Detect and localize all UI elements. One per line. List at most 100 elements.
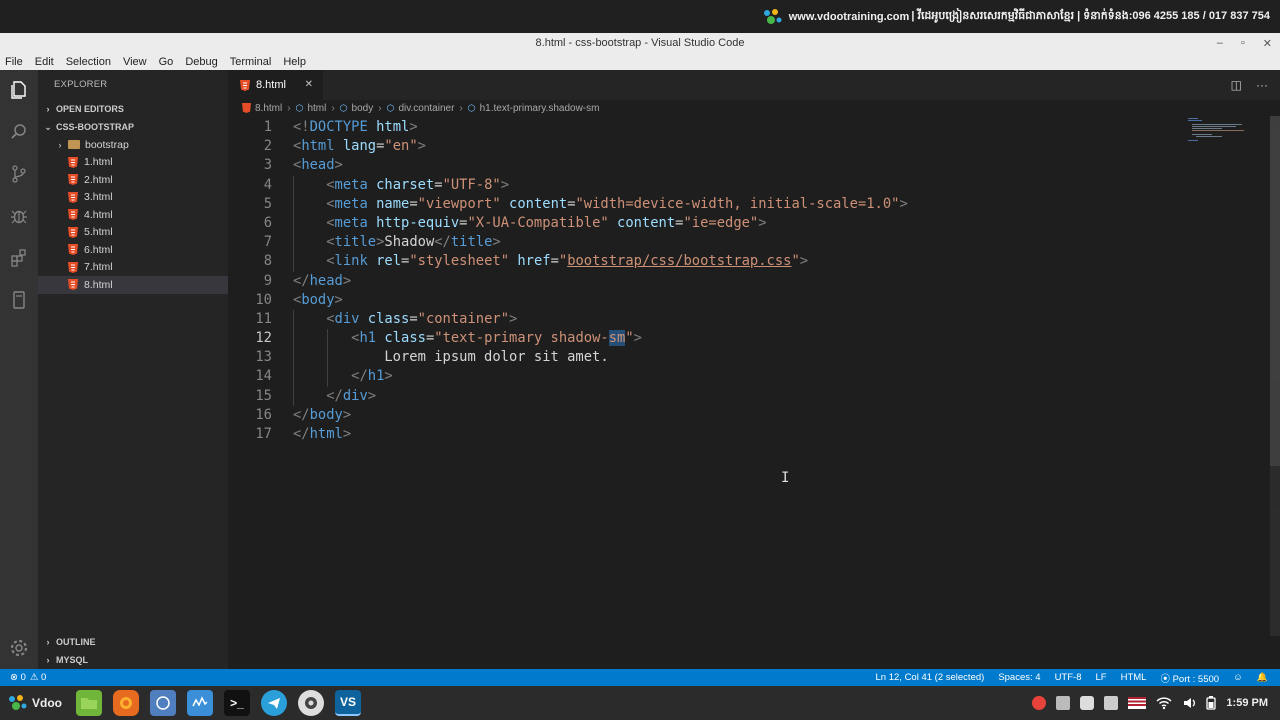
folder-item-bootstrap[interactable]: › bootstrap: [38, 136, 228, 154]
menu-help[interactable]: Help: [282, 56, 307, 68]
errors-count[interactable]: ⊗ 0: [10, 672, 26, 683]
html5-icon: [68, 156, 78, 168]
feedback-icon[interactable]: ☺: [1233, 672, 1243, 683]
cursor-position[interactable]: Ln 12, Col 41 (2 selected): [876, 672, 985, 683]
minimize-button[interactable]: –: [1217, 37, 1223, 49]
chevron-right-icon: ›: [46, 104, 50, 114]
split-editor-icon[interactable]: ◫: [1231, 78, 1242, 92]
code-line: 2 <html lang="en">: [228, 137, 1280, 156]
clock[interactable]: 1:59 PM: [1226, 697, 1268, 709]
outline-section[interactable]: › OUTLINE: [38, 633, 228, 651]
search-icon[interactable]: [7, 120, 31, 144]
file-item-2[interactable]: 2.html: [38, 171, 228, 189]
battery-icon[interactable]: [1206, 696, 1217, 710]
start-menu-button[interactable]: Vdoo: [6, 693, 62, 713]
os-taskbar: Vdoo >_ VS 1:59 PM: [0, 686, 1280, 720]
code-line: 5 <meta name="viewport" content="width=d…: [228, 194, 1280, 214]
chrome-tray-icon[interactable]: [1032, 696, 1047, 710]
notifications-bell-icon[interactable]: 🔔: [1257, 672, 1268, 683]
line-number: 6: [263, 214, 272, 231]
breadcrumb-file[interactable]: 8.html: [255, 103, 282, 114]
line-number: 17: [255, 426, 272, 442]
code-text: <html lang="en">: [293, 138, 426, 155]
explorer-icon[interactable]: [7, 78, 31, 102]
language-mode[interactable]: HTML: [1121, 672, 1147, 683]
breadcrumb-body[interactable]: body: [352, 103, 374, 114]
indentation-setting[interactable]: Spaces: 4: [998, 672, 1040, 683]
mouse-cursor-icon: I: [781, 470, 790, 486]
file-item-5[interactable]: 5.html: [38, 224, 228, 242]
menu-debug[interactable]: Debug: [184, 56, 218, 68]
eol-setting[interactable]: LF: [1095, 672, 1106, 683]
warnings-count[interactable]: ⚠ 0: [30, 672, 46, 683]
remote-icon[interactable]: [7, 288, 31, 312]
project-section[interactable]: ⌄ CSS-BOOTSTRAP: [38, 118, 228, 136]
tab-label: 8.html: [256, 79, 286, 91]
extensions-icon[interactable]: [7, 246, 31, 270]
debug-icon[interactable]: [7, 204, 31, 228]
menu-terminal[interactable]: Terminal: [229, 56, 273, 68]
firefox-app-icon[interactable]: [113, 690, 139, 716]
close-tab-icon[interactable]: ✕: [305, 79, 313, 90]
telegram-app-icon[interactable]: [261, 690, 287, 716]
volume-icon[interactable]: [1182, 696, 1196, 710]
file-item-3[interactable]: 3.html: [38, 189, 228, 207]
menu-bar: File Edit Selection View Go Debug Termin…: [0, 53, 1280, 70]
menu-selection[interactable]: Selection: [65, 56, 112, 68]
maximize-button[interactable]: ▫: [1241, 37, 1245, 49]
close-window-button[interactable]: ✕: [1263, 37, 1272, 50]
tab-8-html[interactable]: 8.html ✕: [228, 70, 323, 100]
wifi-icon[interactable]: [1156, 696, 1172, 710]
browser-app-icon[interactable]: [150, 690, 176, 716]
more-actions-icon[interactable]: ···: [1256, 78, 1268, 92]
editor-area: 8.html ✕ ◫ ··· 8.html › ⬡ html › ⬡ body …: [228, 70, 1280, 669]
keyboard-layout-flag-icon[interactable]: [1128, 697, 1147, 709]
source-control-icon[interactable]: [7, 162, 31, 186]
obs-app-icon[interactable]: [298, 690, 324, 716]
file-label: 6.html: [84, 243, 113, 256]
explorer-sidebar: EXPLORER › OPEN EDITORS ⌄ CSS-BOOTSTRAP …: [38, 70, 228, 669]
file-item-1[interactable]: 1.html: [38, 154, 228, 172]
live-server-port[interactable]: ⦿ Port : 5500: [1160, 671, 1219, 685]
status-bar: ⊗ 0 ⚠ 0 Ln 12, Col 41 (2 selected) Space…: [0, 669, 1280, 686]
files-app-icon[interactable]: [76, 690, 102, 716]
terminal-app-icon[interactable]: >_: [224, 690, 250, 716]
file-label: 5.html: [84, 226, 113, 239]
clipboard-tray-icon[interactable]: [1104, 696, 1119, 710]
code-text: <!DOCTYPE html>: [293, 119, 418, 135]
file-item-7[interactable]: 7.html: [38, 259, 228, 277]
editor-scrollbar[interactable]: [1270, 116, 1280, 636]
file-item-6[interactable]: 6.html: [38, 241, 228, 259]
breadcrumb-separator-icon: ›: [378, 102, 382, 114]
breadcrumb-div[interactable]: div.container: [398, 103, 454, 114]
code-text: <meta name="viewport" content="width=dev…: [326, 195, 908, 212]
line-number: 3: [263, 157, 272, 174]
menu-file[interactable]: File: [4, 56, 24, 68]
gear-icon[interactable]: [7, 636, 31, 660]
file-item-4[interactable]: 4.html: [38, 206, 228, 224]
breadcrumb-h1[interactable]: h1.text-primary.shadow-sm: [480, 103, 600, 114]
minimap[interactable]: [1188, 116, 1268, 146]
code-editor[interactable]: 1 <!DOCTYPE html> 2 <html lang="en"> 3 <hea…: [228, 118, 1280, 444]
code-text: <link rel="stylesheet" href="bootstrap/c…: [326, 253, 809, 270]
project-label: CSS-BOOTSTRAP: [56, 122, 135, 132]
encoding-setting[interactable]: UTF-8: [1055, 672, 1082, 683]
line-number: 7: [263, 234, 272, 251]
mysql-section[interactable]: › MYSQL: [38, 651, 228, 669]
video-tray-icon[interactable]: [1056, 696, 1071, 710]
menu-edit[interactable]: Edit: [34, 56, 55, 68]
menu-view[interactable]: View: [122, 56, 148, 68]
shield-icon[interactable]: [1080, 696, 1095, 710]
vscode-app-icon[interactable]: VS: [335, 690, 361, 716]
monitor-app-icon[interactable]: [187, 690, 213, 716]
breadcrumb-html[interactable]: html: [307, 103, 326, 114]
scrollbar-thumb[interactable]: [1270, 116, 1280, 466]
menu-go[interactable]: Go: [158, 56, 175, 68]
outline-label: OUTLINE: [56, 637, 96, 647]
brand-banner: www.vdootraining.com | វីដេអូបង្រៀនសរសេរ…: [0, 0, 1280, 33]
line-number: 13: [255, 349, 272, 366]
open-editors-section[interactable]: › OPEN EDITORS: [38, 100, 228, 118]
line-number: 4: [263, 176, 272, 193]
file-item-8[interactable]: 8.html: [38, 276, 228, 294]
activity-bar: [0, 70, 38, 669]
